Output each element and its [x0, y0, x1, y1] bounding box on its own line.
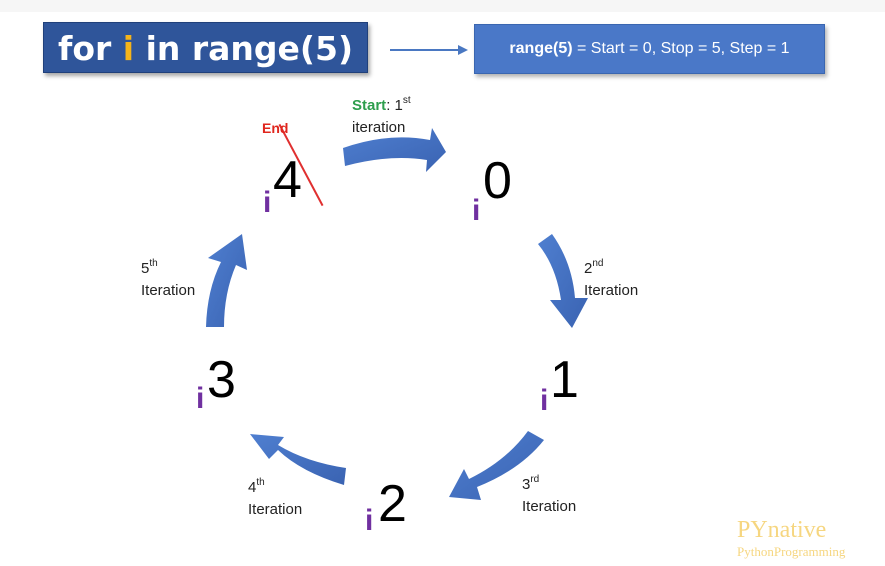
first-iteration-word: iteration: [352, 119, 406, 136]
value-3: 3: [207, 351, 236, 409]
third-iteration-suffix: rd: [530, 474, 540, 485]
value-4: 4: [273, 151, 302, 209]
var-i-0: i: [472, 194, 481, 227]
value-1: 1: [550, 351, 579, 409]
start-word: Start: [352, 97, 387, 114]
pynative-watermark: PYnative PythonProgramming: [737, 517, 845, 561]
watermark-tagline: PythonProgramming: [737, 544, 846, 559]
end-label: End: [262, 120, 289, 136]
label-fourth-iteration: 4th Iteration: [248, 477, 302, 521]
label-fifth-iteration: 5th Iteration: [141, 258, 195, 302]
label-first-iteration: Start: 1st iteration: [352, 95, 411, 139]
var-i-1: i: [540, 384, 549, 417]
var-i-2: i: [365, 504, 374, 537]
arrow-3-to-4: [206, 234, 247, 327]
fourth-iteration-suffix: th: [256, 477, 265, 488]
label-second-iteration: 2nd Iteration: [584, 258, 638, 302]
third-iteration-word: Iteration: [522, 498, 577, 515]
first-iteration-number: : 1: [386, 97, 403, 114]
value-0: 0: [483, 152, 512, 210]
value-2: 2: [378, 475, 407, 533]
iteration-cycle-diagram: [206, 128, 588, 500]
label-third-iteration: 3rd Iteration: [522, 474, 576, 518]
fourth-iteration-word: Iteration: [248, 501, 303, 518]
fifth-iteration-word: Iteration: [141, 282, 196, 299]
arrow-0-to-1: [538, 234, 588, 328]
second-iteration-suffix: nd: [592, 258, 604, 269]
var-i-3: i: [196, 382, 205, 415]
var-i-4: i: [263, 186, 272, 219]
second-iteration-word: Iteration: [584, 282, 639, 299]
watermark-brand: PYnative: [737, 517, 827, 543]
first-iteration-suffix: st: [402, 95, 411, 106]
fifth-iteration-suffix: th: [149, 258, 158, 269]
